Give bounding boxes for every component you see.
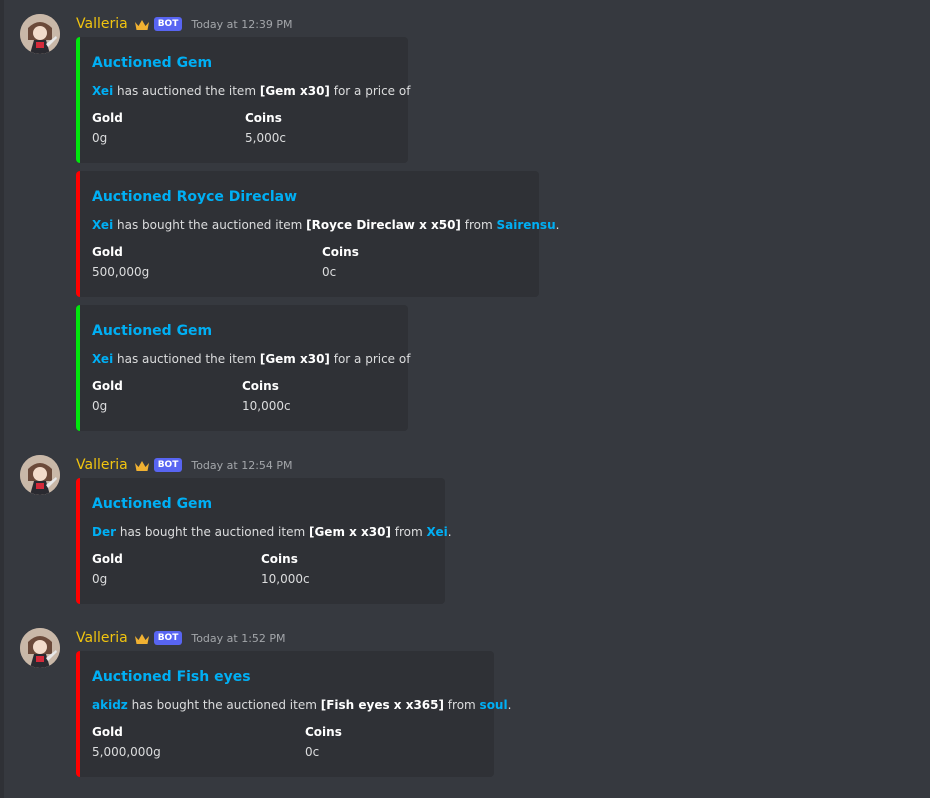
user-mention[interactable]: Xei bbox=[427, 525, 448, 539]
message-header: Valleria BOT Today at 12:39 PM bbox=[76, 14, 293, 34]
field-name-gold: Gold bbox=[92, 245, 123, 259]
embed: Auctioned Royce Direclaw Xei has bought … bbox=[76, 171, 559, 297]
timestamp[interactable]: Today at 12:39 PM bbox=[191, 18, 292, 31]
description-text: has bought the auctioned item bbox=[116, 525, 309, 539]
timestamp[interactable]: Today at 12:54 PM bbox=[191, 459, 292, 472]
embed: Auctioned Gem Xei has auctioned the item… bbox=[76, 37, 410, 163]
field-name-coins: Coins bbox=[322, 245, 359, 259]
description-text: has bought the auctioned item bbox=[113, 218, 307, 232]
embed: Auctioned Gem Xei has auctioned the item… bbox=[76, 305, 410, 431]
bot-tag: BOT bbox=[153, 458, 183, 472]
field-value-coins: 10,000c bbox=[242, 399, 291, 413]
description-text: . bbox=[447, 525, 452, 539]
description-text: has auctioned the item bbox=[113, 352, 260, 366]
user-mention[interactable]: Xei bbox=[92, 84, 113, 98]
avatar[interactable] bbox=[20, 14, 60, 54]
description-text: from bbox=[390, 525, 427, 539]
username[interactable]: Valleria bbox=[76, 16, 128, 32]
embed: Auctioned Fish eyes akidz has bought the… bbox=[76, 651, 511, 777]
field-value-coins: 0c bbox=[322, 265, 337, 279]
item-name: [Gem x30] bbox=[259, 352, 330, 366]
field-name-coins: Coins bbox=[242, 379, 279, 393]
username[interactable]: Valleria bbox=[76, 457, 128, 473]
embed-description: Xei has bought the auctioned item [Royce… bbox=[92, 218, 559, 232]
embed-description: Xei has auctioned the item [Gem x30] for… bbox=[92, 352, 410, 366]
field-value-gold: 0g bbox=[92, 572, 108, 586]
item-name: [Gem x x30] bbox=[308, 525, 391, 539]
field-name-gold: Gold bbox=[92, 111, 123, 125]
avatar[interactable] bbox=[20, 628, 60, 668]
crown-icon bbox=[134, 458, 150, 472]
field-value-gold: 5,000,000g bbox=[92, 745, 161, 759]
description-text: has bought the auctioned item bbox=[127, 698, 321, 712]
field-value-gold: 0g bbox=[92, 131, 108, 145]
field-name-coins: Coins bbox=[305, 725, 342, 739]
field-name-coins: Coins bbox=[245, 111, 282, 125]
field-value-coins: 0c bbox=[305, 745, 320, 759]
field-name-gold: Gold bbox=[92, 725, 123, 739]
description-text: from bbox=[460, 218, 497, 232]
field-name-gold: Gold bbox=[92, 379, 123, 393]
embed: Auctioned Gem Der has bought the auction… bbox=[76, 478, 452, 604]
user-mention[interactable]: Xei bbox=[92, 352, 113, 366]
user-mention[interactable]: Xei bbox=[92, 218, 113, 232]
username[interactable]: Valleria bbox=[76, 630, 128, 646]
embed-title[interactable]: Auctioned Fish eyes bbox=[92, 669, 251, 685]
embed-title[interactable]: Auctioned Gem bbox=[92, 55, 212, 71]
item-name: [Royce Direclaw x x50] bbox=[306, 218, 461, 232]
item-name: [Gem x30] bbox=[259, 84, 330, 98]
embed-title[interactable]: Auctioned Gem bbox=[92, 496, 212, 512]
embed-description: Der has bought the auctioned item [Gem x… bbox=[92, 525, 452, 539]
message-header: Valleria BOT Today at 1:52 PM bbox=[76, 628, 286, 648]
field-value-coins: 5,000c bbox=[245, 131, 286, 145]
timestamp[interactable]: Today at 1:52 PM bbox=[191, 632, 285, 645]
description-text: . bbox=[555, 218, 560, 232]
description-text: for a price of bbox=[329, 352, 411, 366]
embed-description: akidz has bought the auctioned item [Fis… bbox=[92, 698, 511, 712]
user-mention[interactable]: soul bbox=[480, 698, 508, 712]
crown-icon bbox=[134, 631, 150, 645]
avatar[interactable] bbox=[20, 455, 60, 495]
crown-icon bbox=[134, 17, 150, 31]
description-text: has auctioned the item bbox=[113, 84, 260, 98]
bot-tag: BOT bbox=[153, 631, 183, 645]
description-text: for a price of bbox=[329, 84, 411, 98]
user-mention[interactable]: akidz bbox=[92, 698, 128, 712]
description-text: . bbox=[507, 698, 512, 712]
field-name-gold: Gold bbox=[92, 552, 123, 566]
message-header: Valleria BOT Today at 12:54 PM bbox=[76, 455, 293, 475]
description-text: from bbox=[443, 698, 480, 712]
field-value-gold: 0g bbox=[92, 399, 108, 413]
embed-title[interactable]: Auctioned Gem bbox=[92, 323, 212, 339]
field-value-coins: 10,000c bbox=[261, 572, 310, 586]
bot-tag: BOT bbox=[153, 17, 183, 31]
field-name-coins: Coins bbox=[261, 552, 298, 566]
field-value-gold: 500,000g bbox=[92, 265, 150, 279]
item-name: [Fish eyes x x365] bbox=[320, 698, 444, 712]
channel-edge bbox=[0, 0, 4, 798]
user-mention[interactable]: Sairensu bbox=[496, 218, 555, 232]
user-mention[interactable]: Der bbox=[92, 525, 116, 539]
embed-title[interactable]: Auctioned Royce Direclaw bbox=[92, 189, 297, 205]
embed-description: Xei has auctioned the item [Gem x30] for… bbox=[92, 84, 410, 98]
